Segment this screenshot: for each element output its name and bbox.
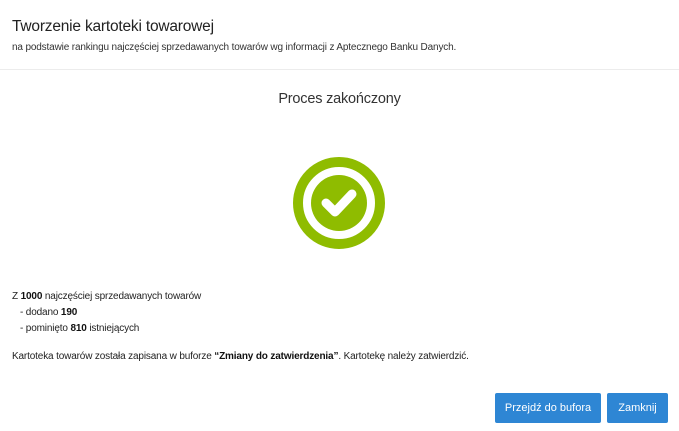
summary: Z 1000 najczęściej sprzedawanych towarów… [12, 289, 201, 337]
summary-added-prefix: - dodano [20, 307, 61, 318]
buffer-note: Kartoteka towarów została zapisana w buf… [12, 351, 469, 362]
note-prefix: Kartoteka towarów została zapisana w buf… [12, 351, 215, 362]
summary-skipped: 810 [70, 323, 87, 334]
close-button[interactable]: Zamknij [607, 393, 668, 423]
summary-total: 1000 [20, 291, 43, 302]
go-to-buffer-button[interactable]: Przejdź do bufora [495, 393, 601, 423]
summary-total-line: Z 1000 najczęściej sprzedawanych towarów [12, 289, 201, 305]
note-buffer-name: “Zmiany do zatwierdzenia” [214, 351, 339, 362]
summary-skipped-prefix: - pominięto [20, 323, 71, 334]
summary-total-suffix: najczęściej sprzedawanych towarów [42, 291, 202, 302]
dialog-title: Tworzenie kartoteki towarowej [12, 18, 214, 35]
status-heading: Proces zakończony [278, 91, 401, 107]
summary-prefix: Z [12, 291, 21, 302]
check-circle-icon [291, 155, 387, 251]
dialog-subtitle: na podstawie rankingu najczęściej sprzed… [12, 42, 457, 53]
note-suffix: . Kartotekę należy zatwierdzić. [338, 351, 469, 362]
summary-added-line: - dodano 190 [12, 305, 201, 321]
summary-skipped-suffix: istniejących [86, 323, 140, 334]
dialog-header: Tworzenie kartoteki towarowej na podstaw… [0, 0, 679, 70]
summary-added: 190 [60, 307, 78, 318]
summary-skipped-line: - pominięto 810 istniejących [12, 321, 201, 337]
